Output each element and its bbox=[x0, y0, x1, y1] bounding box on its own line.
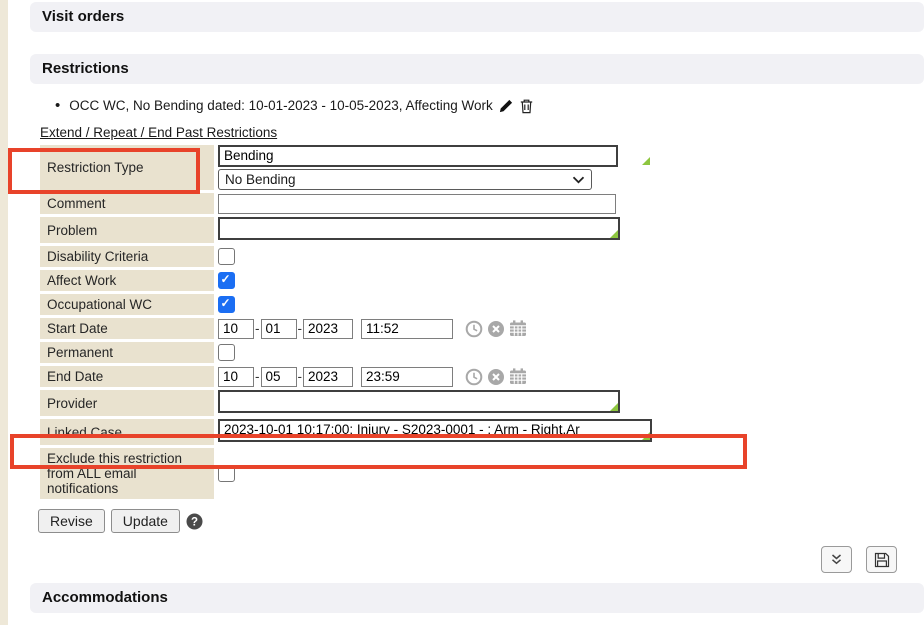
exclude-email-label: Exclude this restriction from ALL email … bbox=[40, 448, 214, 499]
form-row-occupational-wc: Occupational WC bbox=[40, 294, 652, 315]
clock-icon[interactable] bbox=[465, 320, 483, 338]
calendar-icon[interactable] bbox=[509, 368, 527, 385]
permanent-label: Permanent bbox=[40, 342, 214, 363]
form-row-start-date: Start Date - - bbox=[40, 318, 652, 339]
disability-criteria-checkbox[interactable] bbox=[218, 248, 235, 265]
chevron-down-icon bbox=[572, 176, 585, 184]
visit-orders-title: Visit orders bbox=[42, 8, 124, 25]
revise-button[interactable]: Revise bbox=[38, 509, 105, 533]
resize-grip-icon[interactable] bbox=[610, 403, 618, 411]
date-separator: - bbox=[298, 369, 303, 384]
restriction-list-item: • OCC WC, No Bending dated: 10-01-2023 -… bbox=[55, 97, 924, 114]
accommodations-title: Accommodations bbox=[42, 589, 168, 606]
resize-grip-icon[interactable] bbox=[642, 157, 650, 165]
provider-textarea[interactable] bbox=[218, 390, 620, 413]
section-header-restrictions: Restrictions bbox=[30, 54, 924, 84]
disability-criteria-label: Disability Criteria bbox=[40, 246, 214, 267]
form-row-comment: Comment bbox=[40, 193, 652, 214]
start-time-input[interactable] bbox=[361, 319, 453, 339]
section-header-visit-orders: Visit orders bbox=[30, 2, 924, 32]
linked-case-label: Linked Case bbox=[40, 419, 214, 445]
form-row-linked-case: Linked Case 2023-10-01 10:17:00: Injury … bbox=[40, 419, 652, 445]
restriction-type-selected-option: No Bending bbox=[225, 172, 296, 187]
start-date-label: Start Date bbox=[40, 318, 214, 339]
start-date-day-input[interactable] bbox=[261, 319, 297, 339]
help-icon[interactable]: ? bbox=[186, 513, 203, 530]
form-row-end-date: End Date - - bbox=[40, 366, 652, 387]
affect-work-label: Affect Work bbox=[40, 270, 214, 291]
form-row-provider: Provider bbox=[40, 390, 652, 416]
form-row-problem: Problem bbox=[40, 217, 652, 243]
comment-input[interactable] bbox=[218, 194, 616, 214]
date-separator: - bbox=[298, 321, 303, 336]
permanent-checkbox[interactable] bbox=[218, 344, 235, 361]
clock-icon[interactable] bbox=[465, 368, 483, 386]
form-actions: Revise Update ? bbox=[38, 509, 924, 533]
restriction-type-textarea[interactable]: Bending bbox=[218, 145, 618, 167]
trash-icon[interactable] bbox=[519, 98, 534, 114]
exclude-email-checkbox[interactable] bbox=[218, 465, 235, 482]
restrictions-page: Visit orders Restrictions • OCC WC, No B… bbox=[0, 0, 924, 533]
end-date-label: End Date bbox=[40, 366, 214, 387]
clear-date-icon[interactable] bbox=[487, 320, 505, 338]
resize-grip-icon[interactable] bbox=[610, 230, 618, 238]
section-corner-buttons bbox=[821, 546, 897, 573]
start-date-month-input[interactable] bbox=[218, 319, 254, 339]
comment-label: Comment bbox=[40, 193, 214, 214]
section-header-accommodations: Accommodations bbox=[30, 583, 924, 613]
update-button[interactable]: Update bbox=[111, 509, 180, 533]
svg-text:?: ? bbox=[191, 516, 198, 528]
save-button[interactable] bbox=[866, 546, 897, 573]
restriction-summary-text: OCC WC, No Bending dated: 10-01-2023 - 1… bbox=[69, 98, 492, 113]
end-time-input[interactable] bbox=[361, 367, 453, 387]
end-date-year-input[interactable] bbox=[303, 367, 353, 387]
double-chevron-down-icon bbox=[829, 553, 844, 566]
floppy-disk-icon bbox=[874, 552, 890, 568]
date-separator: - bbox=[255, 321, 260, 336]
restriction-type-select[interactable]: No Bending bbox=[218, 169, 592, 190]
form-row-disability-criteria: Disability Criteria bbox=[40, 246, 652, 267]
calendar-icon[interactable] bbox=[509, 320, 527, 337]
restriction-form: Restriction Type Bending No Bending Comm… bbox=[36, 142, 656, 502]
provider-label: Provider bbox=[40, 390, 214, 416]
problem-textarea[interactable] bbox=[218, 217, 620, 240]
edit-icon[interactable] bbox=[498, 98, 514, 114]
form-row-restriction-type: Restriction Type Bending No Bending bbox=[40, 145, 652, 190]
linked-case-textarea[interactable]: 2023-10-01 10:17:00: Injury - S2023-0001… bbox=[218, 419, 652, 442]
end-date-day-input[interactable] bbox=[261, 367, 297, 387]
form-row-permanent: Permanent bbox=[40, 342, 652, 363]
clear-date-icon[interactable] bbox=[487, 368, 505, 386]
bullet-marker: • bbox=[55, 97, 60, 114]
form-row-affect-work: Affect Work bbox=[40, 270, 652, 291]
problem-label: Problem bbox=[40, 217, 214, 243]
form-row-exclude-email: Exclude this restriction from ALL email … bbox=[40, 448, 652, 499]
resize-grip-icon[interactable] bbox=[642, 432, 650, 440]
start-date-year-input[interactable] bbox=[303, 319, 353, 339]
restrictions-title: Restrictions bbox=[42, 60, 129, 77]
occupational-wc-label: Occupational WC bbox=[40, 294, 214, 315]
date-separator: - bbox=[255, 369, 260, 384]
end-date-month-input[interactable] bbox=[218, 367, 254, 387]
expand-section-button[interactable] bbox=[821, 546, 852, 573]
extend-repeat-end-link[interactable]: Extend / Repeat / End Past Restrictions bbox=[40, 125, 277, 140]
occupational-wc-checkbox[interactable] bbox=[218, 296, 235, 313]
affect-work-checkbox[interactable] bbox=[218, 272, 235, 289]
restriction-type-label: Restriction Type bbox=[40, 145, 214, 190]
